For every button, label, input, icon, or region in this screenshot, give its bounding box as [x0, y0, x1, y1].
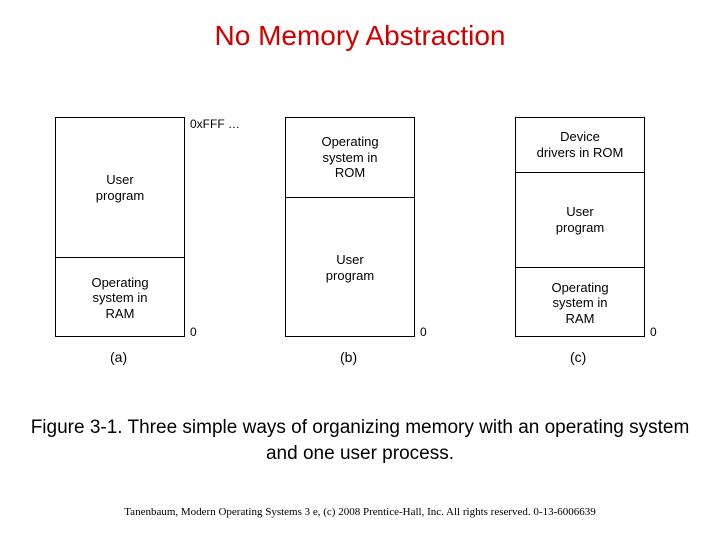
label-a: (a)	[110, 349, 127, 365]
memory-block-b: Operatingsystem inROM Userprogram	[285, 117, 415, 337]
memory-block-a: Userprogram Operatingsystem inRAM	[55, 117, 185, 337]
copyright-footer: Tanenbaum, Modern Operating Systems 3 e,…	[0, 506, 720, 518]
addr-zero-c: 0	[650, 325, 657, 339]
block-c-device-drivers: Devicedrivers in ROM	[516, 118, 644, 173]
block-a-user-program: Userprogram	[56, 118, 184, 258]
slide-title: No Memory Abstraction	[0, 0, 720, 52]
block-b-user-program: Userprogram	[286, 198, 414, 338]
block-c-user-program: Userprogram	[516, 173, 644, 268]
block-c-os-ram: Operatingsystem inRAM	[516, 268, 644, 338]
label-b: (b)	[340, 349, 357, 365]
addr-zero-b: 0	[420, 325, 427, 339]
figure-caption: Figure 3-1. Three simple ways of organiz…	[20, 415, 700, 466]
block-a-os-ram: Operatingsystem inRAM	[56, 258, 184, 338]
memory-block-c: Devicedrivers in ROM Userprogram Operati…	[515, 117, 645, 337]
addr-zero-a: 0	[190, 325, 197, 339]
addr-top-label: 0xFFF …	[190, 117, 240, 131]
label-c: (c)	[570, 349, 586, 365]
block-b-os-rom: Operatingsystem inROM	[286, 118, 414, 198]
memory-diagram: 0xFFF … Userprogram Operatingsystem inRA…	[0, 87, 720, 397]
